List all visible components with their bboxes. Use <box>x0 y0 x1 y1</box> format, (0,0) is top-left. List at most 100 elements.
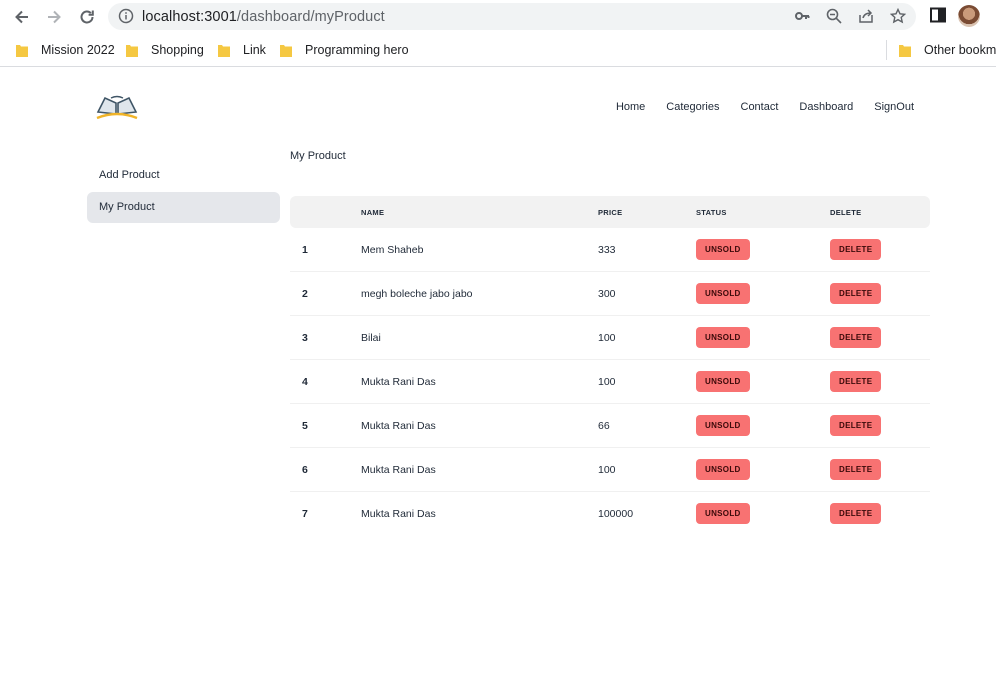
row-index: 4 <box>290 359 361 404</box>
delete-cell: DELETE <box>830 315 930 360</box>
column-header-status: STATUS <box>696 207 727 217</box>
column-header-name: NAME <box>361 207 385 217</box>
unsold-status-button[interactable]: UNSOLD <box>696 371 750 392</box>
delete-button[interactable]: DELETE <box>830 239 882 260</box>
site-info-icon[interactable] <box>118 8 134 29</box>
nav-categories-link[interactable]: Categories <box>666 101 719 113</box>
column-header-delete: DELETE <box>830 207 862 217</box>
folder-icon <box>280 44 292 57</box>
product-name: Mem Shaheb <box>361 228 598 272</box>
product-name: megh boleche jabo jabo <box>361 271 598 316</box>
bookmark-label: Other bookma <box>924 43 996 57</box>
bookmark-star-icon[interactable] <box>889 7 907 29</box>
dashboard-sidebar: Add Product My Product <box>87 160 280 224</box>
status-cell: UNSOLD <box>696 315 830 360</box>
row-index: 5 <box>290 403 361 448</box>
back-icon[interactable] <box>11 6 33 28</box>
product-price: 300 <box>598 271 696 316</box>
product-price: 100000 <box>598 507 634 520</box>
delete-button[interactable]: DELETE <box>830 459 882 480</box>
delete-button[interactable]: DELETE <box>830 415 882 436</box>
table-header-row: NAME PRICE STATUS DELETE <box>290 196 930 228</box>
share-icon[interactable] <box>858 8 874 29</box>
delete-button[interactable]: DELETE <box>830 371 882 392</box>
bookmark-label: Shopping <box>151 43 204 57</box>
top-navigation: Home Categories Contact Dashboard SignOu… <box>616 101 914 113</box>
bookmark-label: Link <box>243 43 266 57</box>
table-row: 4 Mukta Rani Das 100 UNSOLD DELETE <box>290 359 930 404</box>
delete-cell: DELETE <box>830 228 930 272</box>
row-index: 7 <box>302 507 308 520</box>
column-header-index <box>290 196 361 228</box>
table-row: 3 Bilai 100 UNSOLD DELETE <box>290 315 930 360</box>
table-row: 5 Mukta Rani Das 66 UNSOLD DELETE <box>290 403 930 448</box>
product-name: Bilai <box>361 315 598 360</box>
unsold-status-button[interactable]: UNSOLD <box>696 415 750 436</box>
unsold-status-button[interactable]: UNSOLD <box>696 239 750 260</box>
side-panel-icon[interactable] <box>929 6 947 29</box>
product-price: 100 <box>598 315 696 360</box>
table-row: 1 Mem Shaheb 333 UNSOLD DELETE <box>290 228 930 272</box>
status-cell: UNSOLD <box>696 492 830 536</box>
unsold-status-button[interactable]: UNSOLD <box>696 503 750 524</box>
nav-contact-link[interactable]: Contact <box>741 101 779 113</box>
delete-cell: DELETE <box>830 447 930 492</box>
bookmark-link[interactable]: Link <box>218 41 266 59</box>
column-header-price: PRICE <box>598 207 623 217</box>
sidebar-item-add-product[interactable]: Add Product <box>87 160 280 191</box>
bookmark-shopping[interactable]: Shopping <box>126 41 204 59</box>
nav-signout-link[interactable]: SignOut <box>874 101 914 113</box>
product-name: Mukta Rani Das <box>361 359 598 404</box>
table-row: 7 Mukta Rani Das 100000 UNSOLD DELETE <box>290 492 930 536</box>
bookmarks-bar: Mission 2022 Shopping Link Programming h… <box>0 34 996 67</box>
folder-icon <box>16 44 28 57</box>
unsold-status-button[interactable]: UNSOLD <box>696 283 750 304</box>
bookmark-programming-hero[interactable]: Programming hero <box>280 41 409 59</box>
product-name: Mukta Rani Das <box>361 447 598 492</box>
row-index: 1 <box>290 228 361 272</box>
row-index: 3 <box>290 315 361 360</box>
product-name: Mukta Rani Das <box>361 403 598 448</box>
table-row: 2 megh boleche jabo jabo 300 UNSOLD DELE… <box>290 271 930 316</box>
url-host: localhost:3001 <box>142 9 237 25</box>
bookmark-other[interactable]: Other bookma <box>899 41 996 59</box>
delete-cell: DELETE <box>830 359 930 404</box>
url-path: /dashboard/myProduct <box>236 9 385 25</box>
product-name: Mukta Rani Das <box>361 507 436 520</box>
key-icon[interactable] <box>794 8 810 29</box>
delete-cell: DELETE <box>830 271 930 316</box>
forward-icon[interactable] <box>43 6 65 28</box>
unsold-status-button[interactable]: UNSOLD <box>696 459 750 480</box>
url-text: localhost:3001/dashboard/myProduct <box>142 9 385 25</box>
delete-cell: DELETE <box>830 492 930 536</box>
nav-dashboard-link[interactable]: Dashboard <box>799 101 853 113</box>
row-index: 6 <box>290 447 361 492</box>
status-cell: UNSOLD <box>696 403 830 448</box>
folder-icon <box>899 44 911 57</box>
status-cell: UNSOLD <box>696 228 830 272</box>
profile-avatar[interactable] <box>958 5 980 27</box>
address-bar[interactable]: localhost:3001/dashboard/myProduct <box>108 3 916 30</box>
bookmark-mission-2022[interactable]: Mission 2022 <box>16 41 115 59</box>
status-cell: UNSOLD <box>696 271 830 316</box>
bookmark-label: Mission 2022 <box>41 43 115 57</box>
bookmark-divider <box>886 40 887 60</box>
zoom-icon[interactable] <box>826 8 842 29</box>
delete-button[interactable]: DELETE <box>830 283 882 304</box>
status-cell: UNSOLD <box>696 359 830 404</box>
unsold-status-button[interactable]: UNSOLD <box>696 327 750 348</box>
delete-cell: DELETE <box>830 403 930 448</box>
bookmark-label: Programming hero <box>305 43 409 57</box>
reload-icon[interactable] <box>76 6 98 28</box>
products-table: NAME PRICE STATUS DELETE 1 Mem Shaheb 33… <box>290 196 930 535</box>
book-logo-icon[interactable] <box>95 94 139 122</box>
delete-button[interactable]: DELETE <box>830 503 882 524</box>
delete-button[interactable]: DELETE <box>830 327 882 348</box>
product-price: 333 <box>598 228 696 272</box>
product-price: 100 <box>598 359 696 404</box>
page-title: My Product <box>290 150 346 162</box>
sidebar-item-my-product[interactable]: My Product <box>87 192 280 223</box>
folder-icon <box>126 44 138 57</box>
nav-home-link[interactable]: Home <box>616 101 645 113</box>
folder-icon <box>218 44 230 57</box>
